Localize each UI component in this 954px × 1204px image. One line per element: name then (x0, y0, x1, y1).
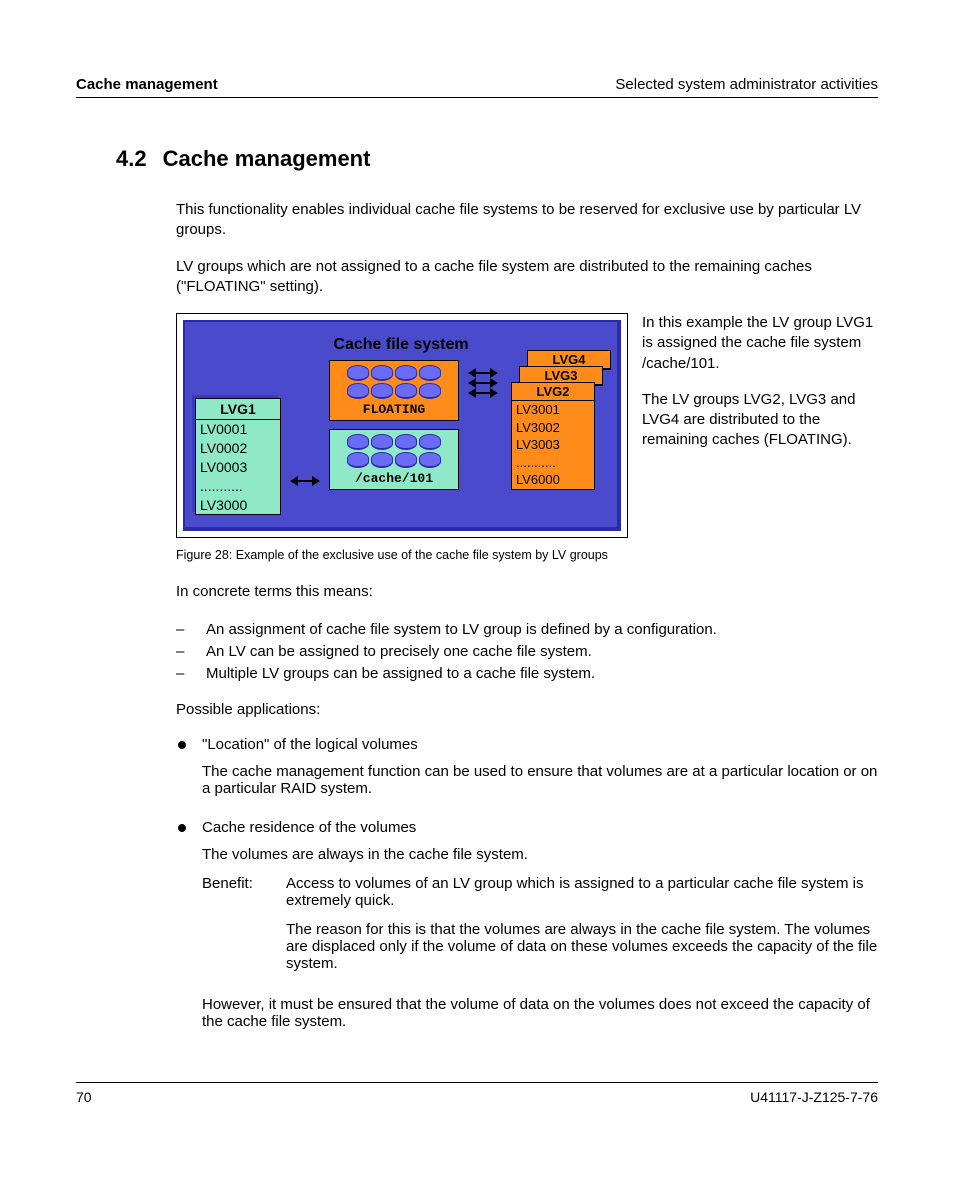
cache-101-label: /cache/101 (332, 470, 456, 487)
dash-item: –An assignment of cache file system to L… (176, 619, 878, 640)
lvg1-row: LV0003 (196, 458, 280, 477)
section-number: 4.2 (116, 146, 147, 172)
dash-text: An LV can be assigned to precisely one c… (206, 641, 592, 662)
lvg1-row: LV0002 (196, 439, 280, 458)
apps-intro: Possible applications: (176, 700, 878, 720)
bullet-location: "Location" of the logical volumes The ca… (176, 736, 878, 809)
figure-caption: Figure 28: Example of the exclusive use … (176, 548, 878, 562)
page-header: Cache management Selected system adminis… (76, 76, 878, 98)
section-name: Cache management (163, 146, 371, 172)
header-chapter: Selected system administrator activities (615, 76, 878, 93)
dash-icon: – (176, 663, 190, 684)
intro-paragraph-1: This functionality enables individual ca… (176, 200, 878, 241)
lvg1-row: ........... (196, 477, 280, 496)
dash-text: An assignment of cache file system to LV… (206, 619, 717, 640)
doc-id: U41117-J-Z125-7-76 (750, 1089, 878, 1105)
lvg2-row: LV3002 (512, 419, 594, 437)
lvg2-head: LVG2 (512, 383, 594, 401)
concrete-intro: In concrete terms this means: (176, 582, 878, 602)
bullet2-p1: The volumes are always in the cache file… (202, 846, 878, 863)
lvg1-row: LV3000 (196, 496, 280, 515)
arrow-icon (291, 480, 319, 482)
lvg2-row: LV3001 (512, 401, 594, 419)
lvg1-row: LV0001 (196, 420, 280, 439)
bullet1-head: "Location" of the logical volumes (202, 736, 878, 753)
arrow-icon (469, 382, 497, 384)
figure-row: Cache file system LVG1 LV0001 LV0002 LV0… (176, 313, 878, 538)
benefit-label: Benefit: (202, 875, 272, 984)
lvg2-card: LVG2 LV3001 LV3002 LV3003 ........... LV… (511, 382, 595, 490)
dash-item: –Multiple LV groups can be assigned to a… (176, 663, 878, 684)
dash-icon: – (176, 619, 190, 640)
header-section: Cache management (76, 76, 218, 93)
benefit-row: Benefit: Access to volumes of an LV grou… (202, 875, 878, 984)
side-text-p1: In this example the LV group LVG1 is ass… (642, 313, 878, 374)
lvg1-box: LVG1 LV0001 LV0002 LV0003 ........... LV… (195, 398, 281, 515)
dash-item: –An LV can be assigned to precisely one … (176, 641, 878, 662)
cache-floating-label: FLOATING (332, 401, 456, 418)
dash-icon: – (176, 641, 190, 662)
benefit-p1: Access to volumes of an LV group which i… (286, 875, 878, 909)
cache-floating: FLOATING (329, 360, 459, 421)
dash-text: Multiple LV groups can be assigned to a … (206, 663, 595, 684)
bullet-icon (178, 741, 186, 749)
page-footer: 70 U41117-J-Z125-7-76 (76, 1082, 878, 1105)
benefit-p2: The reason for this is that the volumes … (286, 921, 878, 972)
side-text-p2: The LV groups LVG2, LVG3 and LVG4 are di… (642, 390, 878, 451)
section-heading: 4.2 Cache management (116, 146, 878, 172)
arrow-icon (469, 372, 497, 374)
cache-101: /cache/101 (329, 429, 459, 490)
bullet2-head: Cache residence of the volumes (202, 819, 878, 836)
figure-box: Cache file system LVG1 LV0001 LV0002 LV0… (176, 313, 628, 538)
bullet1-body: The cache management function can be use… (202, 763, 878, 797)
arrow-icon (469, 392, 497, 394)
bullet2-p2: However, it must be ensured that the vol… (202, 996, 878, 1030)
diagram-canvas: Cache file system LVG1 LV0001 LV0002 LV0… (183, 320, 621, 531)
lvg2-row: LV3003 (512, 436, 594, 454)
bullet-residence: Cache residence of the volumes The volum… (176, 819, 878, 1042)
dash-list: –An assignment of cache file system to L… (176, 619, 878, 684)
lvg1-head: LVG1 (196, 399, 280, 420)
intro-paragraph-2: LV groups which are not assigned to a ca… (176, 257, 878, 298)
lvg2-row: LV6000 (512, 471, 594, 489)
page-number: 70 (76, 1089, 92, 1105)
figure-side-text: In this example the LV group LVG1 is ass… (642, 313, 878, 467)
lvg2-row: ........... (512, 454, 594, 472)
bullet-icon (178, 824, 186, 832)
